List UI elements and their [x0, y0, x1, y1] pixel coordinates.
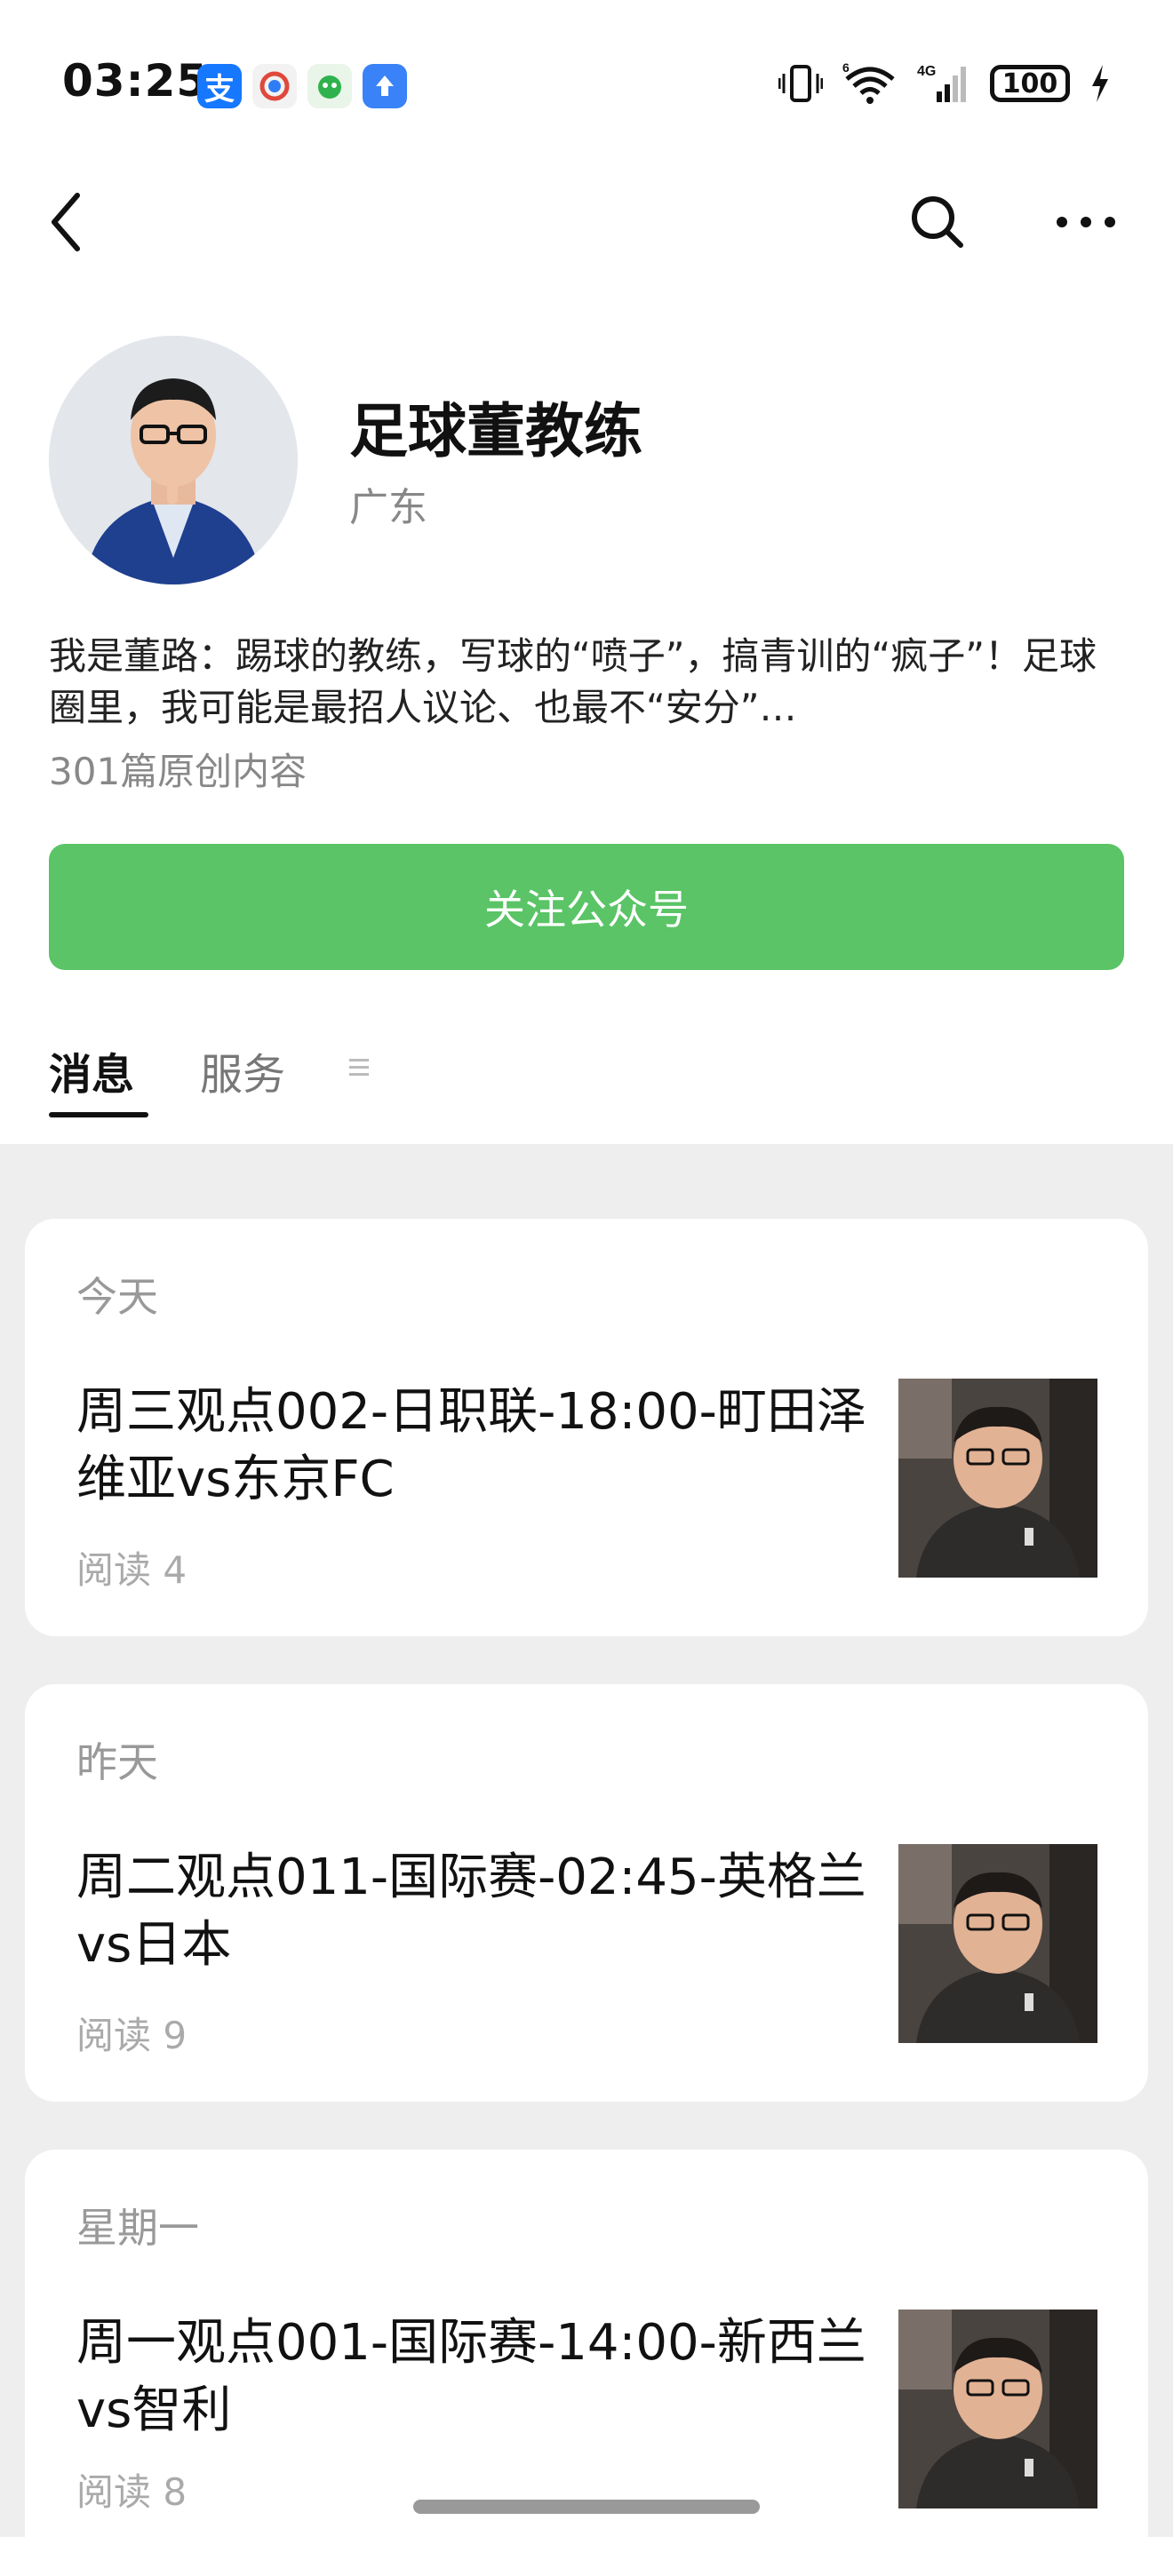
status-indicators: 6 4G 100 — [778, 57, 1111, 110]
tab-services[interactable]: 服务 — [200, 1039, 285, 1101]
tab-active-indicator — [49, 1112, 148, 1117]
wifi-badge: 6 — [842, 61, 850, 75]
mascot-app-icon — [307, 64, 352, 108]
article-count[interactable]: 301篇原创内容 — [49, 742, 307, 796]
charging-icon — [1092, 65, 1108, 102]
more-dots-icon[interactable] — [1050, 187, 1121, 258]
battery-indicator: 100 — [990, 65, 1070, 102]
nav-bar — [0, 169, 1173, 266]
card-date: 昨天 — [76, 1738, 158, 1786]
read-count: 阅读 4 — [76, 1548, 188, 1592]
account-region: 广东 — [349, 485, 427, 530]
network-type: 4G — [917, 64, 936, 79]
tab-messages[interactable]: 消息 — [49, 1039, 134, 1101]
cellular-signal-icon: 4G — [917, 64, 966, 102]
card-date: 星期一 — [76, 2204, 199, 2252]
search-icon[interactable] — [902, 187, 973, 258]
battery-level: 100 — [1001, 68, 1058, 99]
article-card[interactable]: 今天 周三观点002-日职联-18:00-町田泽维亚vs东京FC 阅读 4 — [25, 1219, 1148, 1636]
status-time: 03:25 — [62, 55, 209, 107]
article-thumbnail[interactable] — [898, 1379, 1097, 1578]
message-feed: 今天 周三观点002-日职联-18:00-町田泽维亚vs东京FC 阅读 4 昨天… — [0, 1144, 1173, 2576]
article-card[interactable]: 昨天 周二观点011-国际赛-02:45-英格兰vs日本 阅读 9 — [25, 1684, 1148, 2102]
account-bio[interactable]: 我是董路：踢球的教练，写球的“喷子”，搞青训的“疯子”！足球圈里，我可能是最招人… — [49, 631, 1124, 734]
alipay-icon: 支 — [197, 64, 242, 108]
follow-button[interactable]: 关注公众号 — [49, 844, 1124, 970]
article-title[interactable]: 周三观点002-日职联-18:00-町田泽维亚vs东京FC — [76, 1379, 894, 1514]
status-bar: 03:25 支 6 4G 100 — [0, 0, 1173, 169]
menu-lines-icon[interactable] — [349, 1059, 369, 1080]
wifi-icon: 6 — [842, 61, 895, 104]
read-count: 阅读 9 — [76, 2014, 188, 2057]
account-name: 足球董教练 — [349, 397, 642, 465]
chevron-left-icon[interactable] — [31, 187, 102, 258]
upload-app-icon — [363, 64, 407, 108]
read-count: 阅读 8 — [76, 2470, 188, 2514]
tab-bar: 消息 服务 — [49, 1039, 582, 1146]
browser-icon — [252, 64, 297, 108]
card-date: 今天 — [76, 1273, 158, 1321]
article-title[interactable]: 周二观点011-国际赛-02:45-英格兰vs日本 — [76, 1844, 894, 1979]
article-title[interactable]: 周一观点001-国际赛-14:00-新西兰vs智利 — [76, 2310, 894, 2445]
article-thumbnail[interactable] — [898, 1844, 1097, 2043]
avatar[interactable] — [49, 336, 298, 584]
home-indicator[interactable] — [413, 2500, 760, 2514]
article-thumbnail[interactable] — [898, 2310, 1097, 2508]
vibrate-icon — [778, 65, 823, 102]
